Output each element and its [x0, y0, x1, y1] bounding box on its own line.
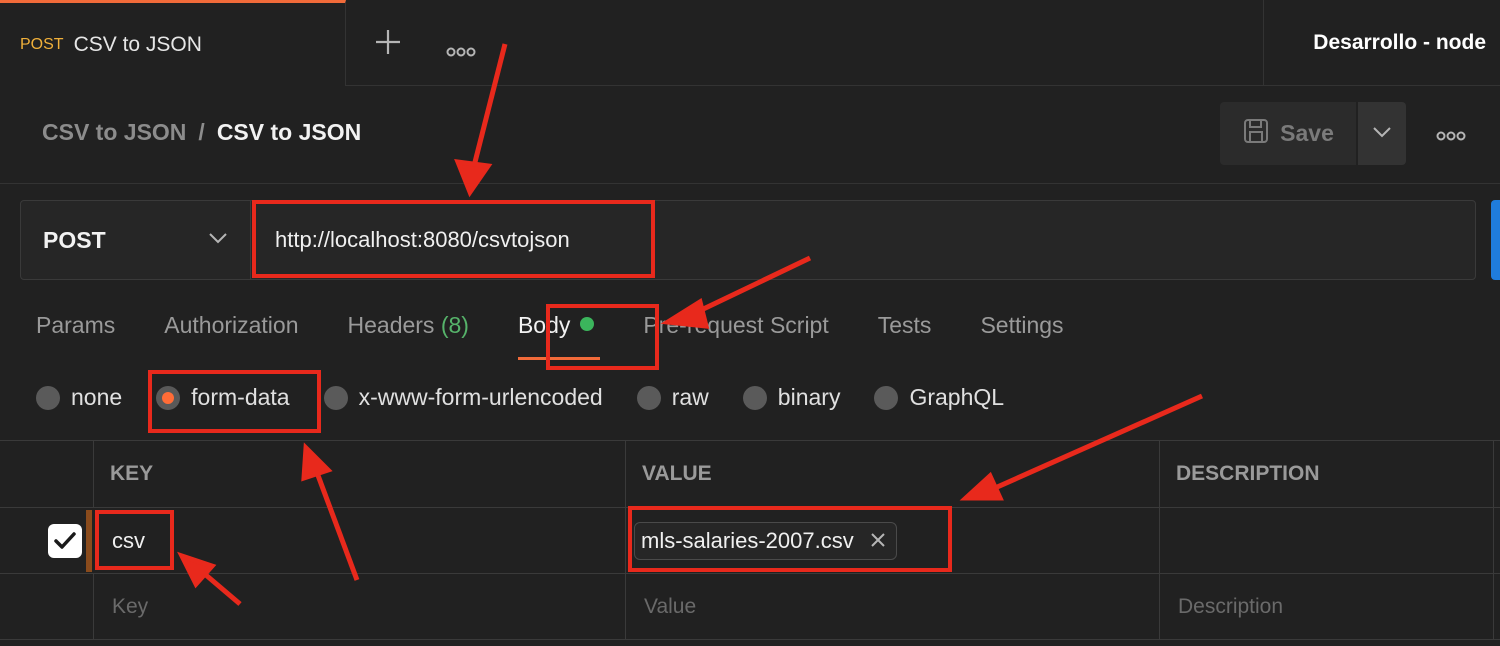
- radio-form-data[interactable]: [156, 385, 181, 410]
- url-bar: POST http://localhost:8080/csvtojson: [20, 200, 1476, 280]
- save-label: Save: [1280, 120, 1334, 146]
- row-key-input[interactable]: csv: [94, 528, 145, 554]
- floppy-disk-icon: [1242, 117, 1270, 151]
- radio-binary[interactable]: [742, 385, 767, 410]
- row-key-cell[interactable]: csv: [94, 508, 626, 573]
- tab-method-label: POST: [20, 35, 64, 53]
- tab-body[interactable]: Body: [517, 312, 601, 360]
- row-enabled-checkbox[interactable]: [48, 523, 82, 558]
- radio-urlencoded[interactable]: [323, 385, 348, 410]
- save-button-group: Save: [1220, 102, 1406, 165]
- table-header-row: KEY VALUE DESCRIPTION: [0, 441, 1500, 508]
- header-key-label: KEY: [110, 462, 154, 485]
- send-button[interactable]: [1491, 200, 1500, 280]
- header-value-label: VALUE: [642, 462, 712, 485]
- form-data-table: KEY VALUE DESCRIPTION csv mls-salaries-2…: [0, 440, 1500, 646]
- description-placeholder-cell[interactable]: Description: [1160, 574, 1494, 639]
- tab-body-label: Body: [517, 312, 571, 338]
- request-tabs: Params Authorization Headers (8) Body Pr…: [36, 312, 1113, 360]
- radio-raw[interactable]: [636, 385, 661, 410]
- request-header: CSV to JSON / CSV to JSON Save: [0, 86, 1500, 184]
- body-type-form-data-label: form-data: [191, 384, 290, 410]
- header-description-label: DESCRIPTION: [1176, 462, 1320, 485]
- placeholder-checkbox-cell: [0, 574, 94, 639]
- body-type-graphql-label: GraphQL: [909, 384, 1005, 410]
- save-button[interactable]: Save: [1220, 102, 1356, 165]
- method-select[interactable]: POST: [21, 201, 251, 279]
- save-options-dropdown[interactable]: [1358, 102, 1406, 165]
- table-row-placeholder: Key Value Description: [0, 574, 1500, 640]
- key-placeholder-cell[interactable]: Key: [94, 574, 626, 639]
- body-type-binary-label: binary: [777, 384, 841, 410]
- tab-name-label: CSV to JSON: [73, 32, 202, 56]
- body-type-options: none form-data x-www-form-urlencoded raw…: [36, 384, 1038, 411]
- tab-headers[interactable]: Headers (8): [348, 312, 469, 339]
- body-type-urlencoded[interactable]: x-www-form-urlencoded: [323, 384, 603, 411]
- tab-authorization[interactable]: Authorization: [164, 312, 298, 339]
- tab-pre-request-script[interactable]: Pre-request Script: [643, 312, 828, 339]
- environment-selector[interactable]: Desarrollo - node: [1263, 0, 1500, 86]
- header-checkbox-cell: [0, 441, 94, 507]
- header-value: VALUE: [626, 441, 1160, 507]
- row-checkbox-cell: [0, 508, 94, 573]
- tab-csv-to-json[interactable]: POST CSV to JSON: [0, 0, 346, 86]
- header-key: KEY: [94, 441, 626, 507]
- breadcrumb-separator: /: [198, 119, 205, 145]
- value-placeholder-cell[interactable]: Value: [626, 574, 1160, 639]
- tab-headers-label: Headers: [347, 312, 435, 338]
- environment-name: Desarrollo - node: [1313, 31, 1486, 54]
- tab-params[interactable]: Params: [36, 312, 115, 339]
- body-type-none-label: none: [71, 384, 123, 410]
- body-type-graphql[interactable]: GraphQL: [874, 384, 1004, 411]
- body-type-none[interactable]: none: [36, 384, 122, 411]
- tab-authorization-label: Authorization: [164, 312, 299, 338]
- breadcrumb: CSV to JSON / CSV to JSON: [42, 119, 361, 146]
- tab-params-label: Params: [36, 312, 116, 338]
- chevron-down-icon: [208, 231, 228, 249]
- body-type-urlencoded-label: x-www-form-urlencoded: [358, 384, 603, 410]
- file-chip: mls-salaries-2007.csv: [634, 521, 897, 560]
- table-row: csv mls-salaries-2007.csv: [0, 508, 1500, 574]
- row-value-cell[interactable]: mls-salaries-2007.csv: [626, 508, 1160, 573]
- description-input-placeholder[interactable]: Description: [1160, 595, 1283, 619]
- row-description-cell[interactable]: [1160, 508, 1494, 573]
- method-label: POST: [43, 226, 106, 253]
- header-description: DESCRIPTION: [1160, 441, 1494, 507]
- chevron-down-icon: [1372, 125, 1392, 143]
- body-type-binary[interactable]: binary: [742, 384, 841, 411]
- tab-tests[interactable]: Tests: [878, 312, 932, 339]
- ellipsis-icon[interactable]: [1436, 118, 1466, 150]
- value-input-placeholder[interactable]: Value: [626, 595, 696, 619]
- body-indicator-dot: [580, 317, 595, 331]
- tab-bar: POST CSV to JSON Desarrollo - node: [0, 0, 1500, 86]
- radio-none[interactable]: [36, 385, 60, 410]
- tab-pre-request-script-label: Pre-request Script: [643, 312, 829, 338]
- plus-icon[interactable]: [374, 28, 402, 62]
- tab-settings-label: Settings: [980, 312, 1064, 338]
- radio-graphql[interactable]: [874, 385, 899, 410]
- key-input-placeholder[interactable]: Key: [94, 595, 148, 619]
- url-input[interactable]: http://localhost:8080/csvtojson: [251, 201, 570, 279]
- tab-settings[interactable]: Settings: [980, 312, 1063, 339]
- tab-tests-label: Tests: [877, 312, 932, 338]
- headers-count-badge: (8): [440, 312, 469, 338]
- file-name: mls-salaries-2007.csv: [641, 527, 854, 553]
- body-type-raw[interactable]: raw: [636, 384, 709, 411]
- breadcrumb-request-name[interactable]: CSV to JSON: [217, 119, 361, 146]
- remove-file-icon[interactable]: [870, 528, 886, 554]
- body-type-form-data[interactable]: form-data: [156, 384, 290, 411]
- body-type-raw-label: raw: [671, 384, 709, 410]
- breadcrumb-collection[interactable]: CSV to JSON: [42, 119, 186, 146]
- ellipsis-icon[interactable]: [446, 35, 476, 65]
- row-drag-handle[interactable]: [86, 510, 92, 572]
